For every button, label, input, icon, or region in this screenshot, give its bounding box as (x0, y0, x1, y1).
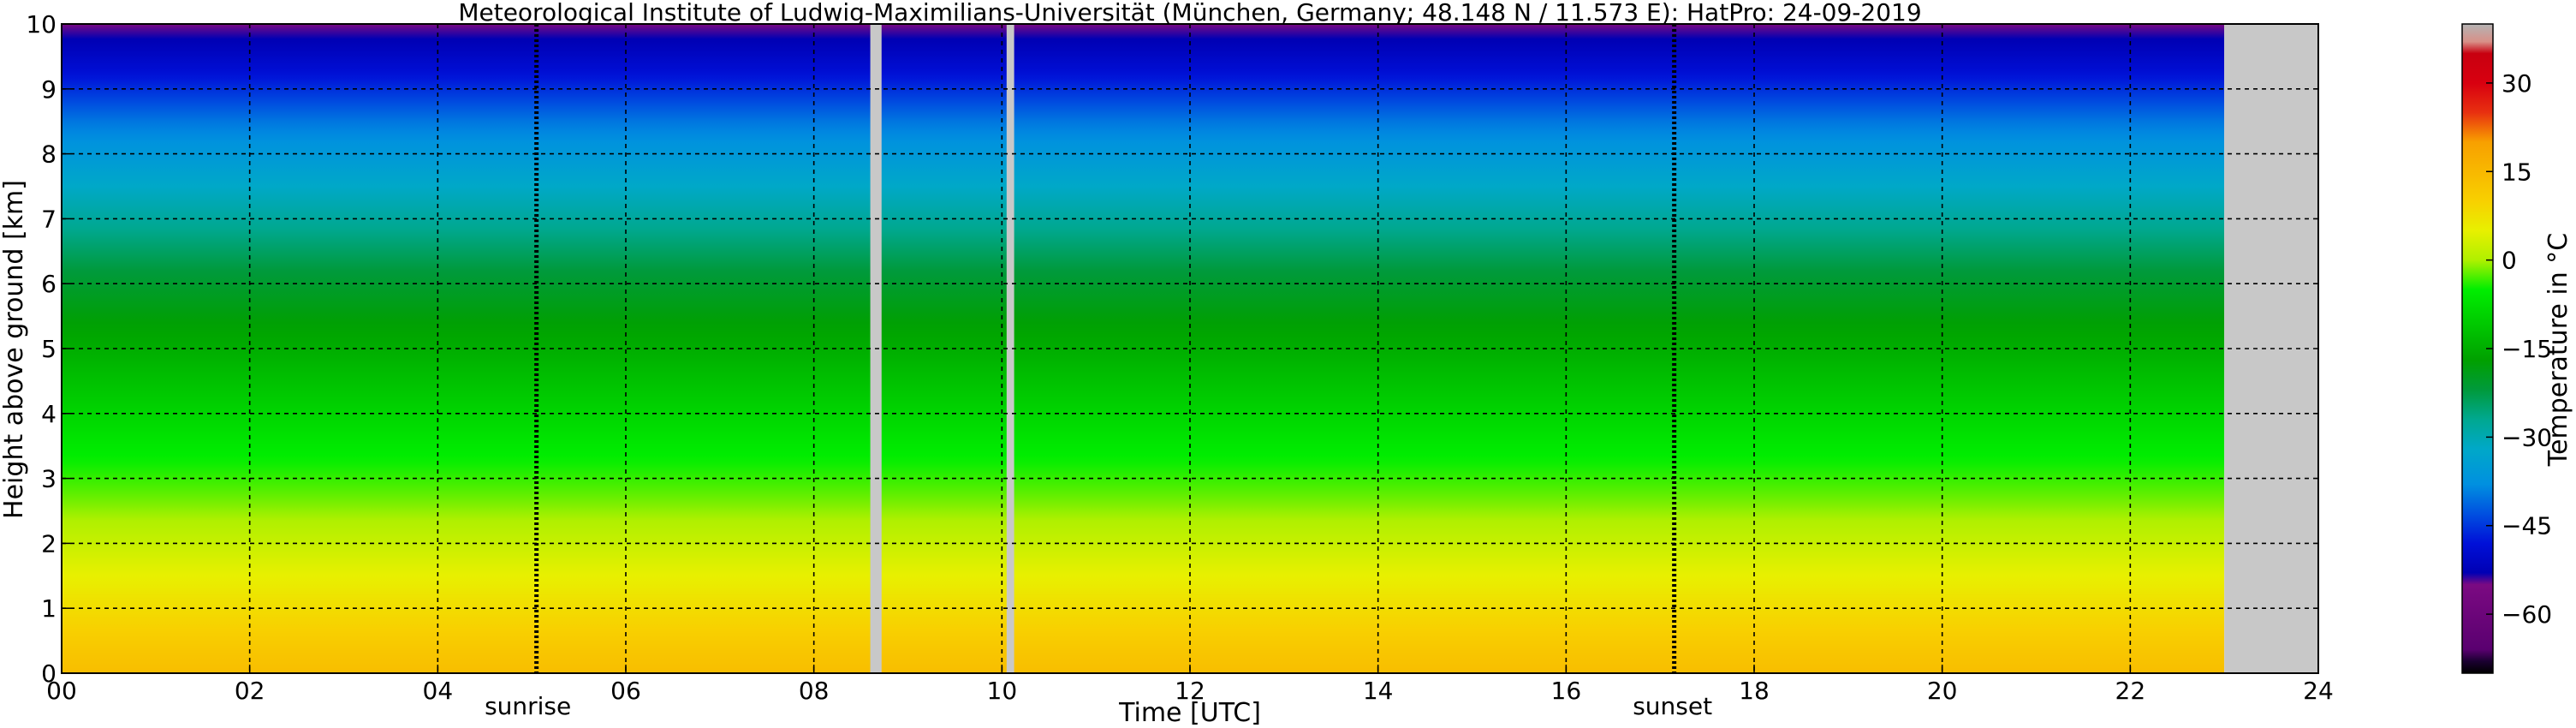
x-tick-label: 16 (1551, 677, 1582, 705)
y-tick-label: 1 (41, 594, 57, 623)
x-tick-label: 08 (799, 677, 830, 705)
y-tick-label: 7 (41, 205, 57, 233)
x-tick-label: 10 (987, 677, 1018, 705)
chart: Meteorological Institute of Ludwig-Maxim… (0, 0, 2573, 728)
sunrise-label: sunrise (485, 692, 571, 720)
x-tick-label: 06 (610, 677, 641, 705)
y-tick-label: 5 (41, 335, 57, 363)
y-tick-label: 0 (41, 659, 57, 688)
colorbar-ticks: 30150−15−30−45−60 (2486, 69, 2552, 629)
colorbar-tick-label: 30 (2502, 69, 2532, 98)
y-tick-label: 8 (41, 140, 57, 169)
y-tick-label: 9 (41, 75, 57, 104)
y-tick-label: 4 (41, 400, 57, 428)
chart-title: Meteorological Institute of Ludwig-Maxim… (458, 0, 1921, 27)
x-tick-label: 22 (2115, 677, 2146, 705)
x-tick-label: 20 (1927, 677, 1958, 705)
y-tick-label: 6 (41, 270, 57, 298)
y-axis-label: Height above ground [km] (0, 180, 29, 519)
y-tick-label: 3 (41, 465, 57, 493)
colorbar: 30150−15−30−45−60 Temperature in °C (2461, 23, 2573, 674)
colorbar-tick-label: −60 (2502, 600, 2552, 629)
y-tick-label: 10 (26, 10, 57, 39)
colorbar-tick-label: 0 (2502, 247, 2517, 275)
x-tick-label: 24 (2303, 677, 2334, 705)
x-tick-label: 18 (1739, 677, 1770, 705)
x-tick-label: 04 (423, 677, 454, 705)
colorbar-tick-label: −45 (2502, 512, 2552, 540)
y-tick-label: 2 (41, 529, 57, 558)
x-tick-label: 02 (235, 677, 265, 705)
sunset-label: sunset (1633, 692, 1712, 720)
x-axis-label: Time [UTC] (1118, 698, 1261, 728)
colorbar-label: Temperature in °C (2543, 233, 2573, 467)
colorbar-tick-label: 15 (2502, 158, 2532, 186)
x-tick-label: 14 (1363, 677, 1394, 705)
